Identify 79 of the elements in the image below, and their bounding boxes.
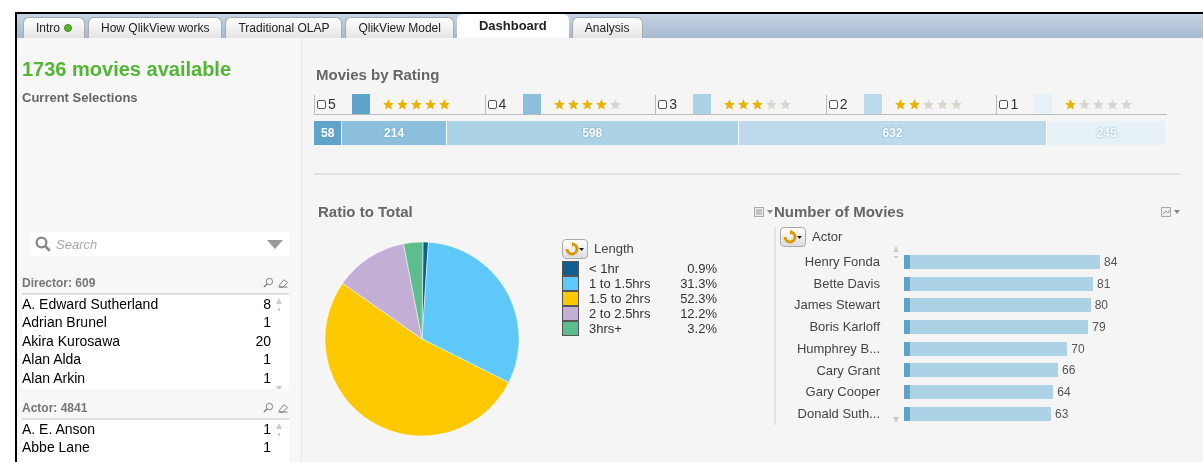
rating-label: 2 xyxy=(839,94,849,114)
list-box-title: Actor: 4841 xyxy=(22,399,89,417)
legend-label: 2 to 2.5hrs xyxy=(589,306,652,321)
search-field[interactable]: Search xyxy=(30,232,289,256)
bar-value: 66 xyxy=(1062,362,1076,380)
legend-value: 12.2% xyxy=(680,306,717,321)
chart-title: Movies by Rating xyxy=(316,65,441,85)
bar-value: 63 xyxy=(1055,405,1069,423)
tab[interactable]: Dashboard xyxy=(456,14,569,38)
bar[interactable] xyxy=(904,341,1068,356)
search-icon xyxy=(34,234,52,253)
search-icon[interactable] xyxy=(263,402,274,413)
bar-label: Gary Cooper xyxy=(804,383,880,402)
legend-value: 31.3% xyxy=(680,276,717,291)
bar-value: 70 xyxy=(1071,340,1085,358)
legend-value: 0.9% xyxy=(687,261,717,276)
tab[interactable]: QlikView Model xyxy=(345,17,454,38)
bar-label: Henry Fonda xyxy=(803,253,880,272)
scroll-bar-icon[interactable] xyxy=(892,245,900,425)
bar[interactable] xyxy=(904,406,1051,421)
scroll-bar-icon[interactable] xyxy=(275,296,283,389)
search-icon[interactable] xyxy=(263,277,274,288)
list-item[interactable]: A. E. Anson 1 xyxy=(22,419,271,438)
tab[interactable]: Intro xyxy=(23,17,85,38)
list-box-title: Director: 609 xyxy=(22,274,97,292)
rating-label: 3 xyxy=(669,94,678,114)
checkbox[interactable] xyxy=(658,99,668,109)
list-item[interactable]: Adrian Brunel 1 xyxy=(22,313,271,332)
list-item[interactable]: Alan Arkin 1 xyxy=(22,368,271,387)
legend-title: Length xyxy=(594,240,634,259)
tab[interactable]: Analysis xyxy=(571,17,643,38)
list-item[interactable]: Abbe Lane 1 xyxy=(22,438,271,457)
chart-view-icon[interactable] xyxy=(1161,206,1181,217)
list-item[interactable]: Alan Alda 1 xyxy=(22,350,271,369)
list-item[interactable]: A. Edward Sutherland 8 xyxy=(22,294,271,313)
tab[interactable]: Traditional OLAP xyxy=(225,17,343,38)
bar[interactable] xyxy=(904,254,1100,269)
bar-value: 79 xyxy=(1092,318,1106,336)
legend-label: 1.5 to 2hrs xyxy=(589,291,652,306)
eraser-icon[interactable] xyxy=(277,277,289,288)
table-view-icon[interactable] xyxy=(754,206,774,217)
rating-label: 5 xyxy=(328,94,337,114)
dropdown-arrow-icon[interactable] xyxy=(267,239,283,249)
bar-label: Donald Suth... xyxy=(796,404,880,423)
bar-value: 81 xyxy=(1097,275,1111,293)
bar-label: Boris Karloff xyxy=(808,318,880,337)
bar[interactable] xyxy=(904,298,1091,313)
tab[interactable]: How QlikView works xyxy=(88,17,223,38)
chart-title: Number of Movies xyxy=(774,201,906,222)
bar[interactable] xyxy=(904,384,1054,399)
bar-label: Bette Davis xyxy=(812,274,880,293)
legend-label: 1 to 1.5hrs xyxy=(589,276,652,291)
legend-label: 3hrs+ xyxy=(589,321,623,336)
bar-label: Cary Grant xyxy=(815,361,880,380)
bar[interactable] xyxy=(904,276,1093,291)
eraser-icon[interactable] xyxy=(277,402,289,413)
list-item[interactable]: Akira Kurosawa 20 xyxy=(22,331,271,350)
bar[interactable] xyxy=(904,319,1089,334)
current-selections-label: Current Selections xyxy=(22,89,139,107)
legend-value: 3.2% xyxy=(687,321,717,336)
bar-value: 80 xyxy=(1094,297,1108,315)
rating-label: 4 xyxy=(498,94,508,114)
cycle-group-button[interactable] xyxy=(562,239,588,259)
chart-title: Ratio to Total xyxy=(318,201,414,222)
bar[interactable] xyxy=(904,363,1058,378)
movies-available-headline: 1736 movies available xyxy=(22,57,233,82)
rating-label: 1 xyxy=(1010,94,1020,114)
checkbox[interactable] xyxy=(828,99,838,109)
checkbox[interactable] xyxy=(317,99,326,109)
bar-label: Humphrey B... xyxy=(795,339,880,358)
bar-value: 84 xyxy=(1104,253,1118,271)
checkbox[interactable] xyxy=(487,99,497,109)
legend-value: 52.3% xyxy=(680,291,717,306)
bar-value: 64 xyxy=(1057,383,1071,401)
bar-label: James Stewart xyxy=(793,296,880,315)
checkbox[interactable] xyxy=(999,99,1009,109)
dimension-label: Actor xyxy=(812,228,843,247)
legend-label: < 1hr xyxy=(589,261,620,276)
cycle-group-button[interactable] xyxy=(780,227,806,247)
